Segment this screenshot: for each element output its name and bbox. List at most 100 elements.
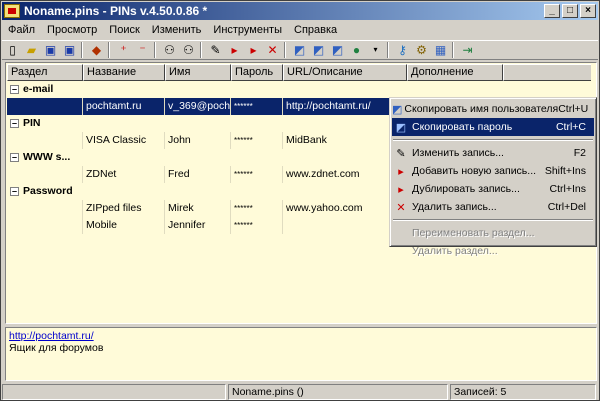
- toolbar: ▯ ▰ ▣ ▣ ◆ ⁺ ⁻ ⚇ ⚇ ✎ ▸ ▸ ✕ ◩ ◩ ◩ ● ▾ ⚷ ⚙ …: [2, 40, 598, 60]
- cell-name: pochtamt.ru: [83, 98, 165, 115]
- find-next-icon[interactable]: ⚇: [180, 42, 197, 58]
- cell-password: ******: [231, 98, 283, 115]
- toolbar-separator: [284, 42, 286, 58]
- remove-section-icon[interactable]: ⁻: [134, 42, 151, 58]
- close-button[interactable]: ×: [580, 4, 596, 18]
- new-icon[interactable]: ▯: [4, 42, 21, 58]
- toolbar-separator: [200, 42, 202, 58]
- exit-icon[interactable]: ⇥: [459, 42, 476, 58]
- duplicate-icon: ▸: [398, 183, 404, 196]
- menu-tools[interactable]: Инструменты: [207, 24, 288, 36]
- toolbar-separator: [81, 42, 83, 58]
- cell-user: Jennifer: [165, 217, 231, 234]
- toolbar-separator: [108, 42, 110, 58]
- duplicate-icon[interactable]: ▸: [245, 42, 262, 58]
- app-window: Noname.pins - PINs v.4.50.0.86 * _ □ × Ф…: [0, 0, 600, 401]
- column-header-url[interactable]: URL/Описание: [283, 64, 407, 81]
- section-label: WWW s...: [23, 151, 71, 163]
- edit-icon[interactable]: ✎: [207, 42, 224, 58]
- menu-item-delete-record[interactable]: ✕ Удалить запись... Ctrl+Del: [392, 198, 594, 216]
- notes-text: Ящик для форумов: [9, 342, 104, 354]
- section-label: e-mail: [23, 83, 54, 95]
- save-icon[interactable]: ▣: [42, 42, 59, 58]
- menu-item-delete-section: Удалить раздел...: [412, 245, 498, 257]
- tools-icon[interactable]: ▦: [432, 42, 449, 58]
- cell-password: ******: [231, 132, 283, 149]
- status-pane-empty: [2, 384, 226, 400]
- cell-password: ******: [231, 166, 283, 183]
- toolbar-separator: [452, 42, 454, 58]
- delete-icon[interactable]: ✕: [264, 42, 281, 58]
- collapse-icon[interactable]: –: [10, 118, 19, 128]
- copy-password-icon[interactable]: ◩: [310, 42, 327, 58]
- cell-name: ZDNet: [83, 166, 165, 183]
- add-section-icon[interactable]: ⁺: [115, 42, 132, 58]
- copy-password-icon: ◩: [395, 121, 407, 134]
- app-icon: [4, 4, 20, 18]
- web-icon[interactable]: ●: [348, 42, 365, 58]
- menu-item-duplicate-record[interactable]: ▸ Дублировать запись... Ctrl+Ins: [392, 180, 594, 198]
- cell-user: v_369@poch...: [165, 98, 231, 115]
- column-header-user[interactable]: Имя: [165, 64, 231, 81]
- open-url-icon[interactable]: ◩: [329, 42, 346, 58]
- notes-link[interactable]: http://pochtamt.ru/: [9, 330, 593, 342]
- menu-item-edit-record[interactable]: ✎ Изменить запись... F2: [392, 144, 594, 162]
- open-icon[interactable]: ▰: [23, 42, 40, 58]
- menu-edit[interactable]: Изменить: [146, 24, 208, 36]
- export-icon[interactable]: ◆: [88, 42, 105, 58]
- dropdown-icon[interactable]: ▾: [367, 42, 384, 58]
- maximize-button[interactable]: □: [562, 4, 578, 18]
- column-header-password[interactable]: Пароль: [231, 64, 283, 81]
- status-bar: Noname.pins () Записей: 5: [2, 384, 598, 400]
- cell-user: Fred: [165, 166, 231, 183]
- status-file: Noname.pins (): [228, 384, 448, 400]
- column-header-filler: [503, 64, 591, 81]
- menu-item-copy-password[interactable]: ◩ Скопировать пароль Ctrl+C: [392, 118, 594, 136]
- menu-item-add-record[interactable]: ▸ Добавить новую запись... Shift+Ins: [392, 162, 594, 180]
- add-record-icon: ▸: [398, 165, 404, 178]
- notes-panel[interactable]: http://pochtamt.ru/ Ящик для форумов: [5, 327, 597, 381]
- minimize-button[interactable]: _: [544, 4, 560, 18]
- title-bar[interactable]: Noname.pins - PINs v.4.50.0.86 * _ □ ×: [2, 2, 598, 20]
- status-records: Записей: 5: [450, 384, 596, 400]
- toolbar-separator: [154, 42, 156, 58]
- menu-separator: [393, 219, 593, 221]
- menu-file[interactable]: Файл: [2, 24, 41, 36]
- menu-item-rename-section: Переименовать раздел...: [412, 227, 535, 239]
- settings-icon[interactable]: ⚙: [413, 42, 430, 58]
- column-header-name[interactable]: Название: [83, 64, 165, 81]
- cell-password: ******: [231, 217, 283, 234]
- collapse-icon[interactable]: –: [10, 84, 19, 94]
- menu-search[interactable]: Поиск: [103, 24, 145, 36]
- key-icon[interactable]: ⚷: [394, 42, 411, 58]
- column-header-section[interactable]: Раздел: [7, 64, 83, 81]
- cell-name: VISA Classic: [83, 132, 165, 149]
- save-as-icon[interactable]: ▣: [61, 42, 78, 58]
- cell-name: ZIPped files: [83, 200, 165, 217]
- toolbar-separator: [387, 42, 389, 58]
- cell-password: ******: [231, 200, 283, 217]
- copy-user-icon[interactable]: ◩: [291, 42, 308, 58]
- edit-icon: ✎: [396, 147, 406, 160]
- column-header-extra[interactable]: Дополнение: [407, 64, 503, 81]
- add-record-icon[interactable]: ▸: [226, 42, 243, 58]
- window-title: Noname.pins - PINs v.4.50.0.86 *: [24, 4, 208, 18]
- context-menu: ◩ Скопировать имя пользователя Ctrl+U ◩ …: [389, 97, 597, 257]
- menu-item-copy-username[interactable]: ◩ Скопировать имя пользователя Ctrl+U: [392, 100, 594, 118]
- section-label: Password: [23, 185, 73, 197]
- find-icon[interactable]: ⚇: [161, 42, 178, 58]
- cell-name: Mobile: [83, 217, 165, 234]
- menu-separator: [393, 139, 593, 141]
- collapse-icon[interactable]: –: [10, 152, 19, 162]
- section-label: PIN: [23, 117, 41, 129]
- grid-header: Раздел Название Имя Пароль URL/Описание …: [7, 64, 591, 81]
- cell-user: Mirek: [165, 200, 231, 217]
- cell-user: John: [165, 132, 231, 149]
- delete-icon: ✕: [396, 201, 406, 214]
- section-row[interactable]: – e-mail: [7, 81, 596, 98]
- collapse-icon[interactable]: –: [10, 186, 19, 196]
- menu-help[interactable]: Справка: [288, 24, 343, 36]
- menu-bar: Файл Просмотр Поиск Изменить Инструменты…: [2, 21, 598, 39]
- menu-view[interactable]: Просмотр: [41, 24, 103, 36]
- copy-user-icon: ◩: [392, 103, 403, 116]
